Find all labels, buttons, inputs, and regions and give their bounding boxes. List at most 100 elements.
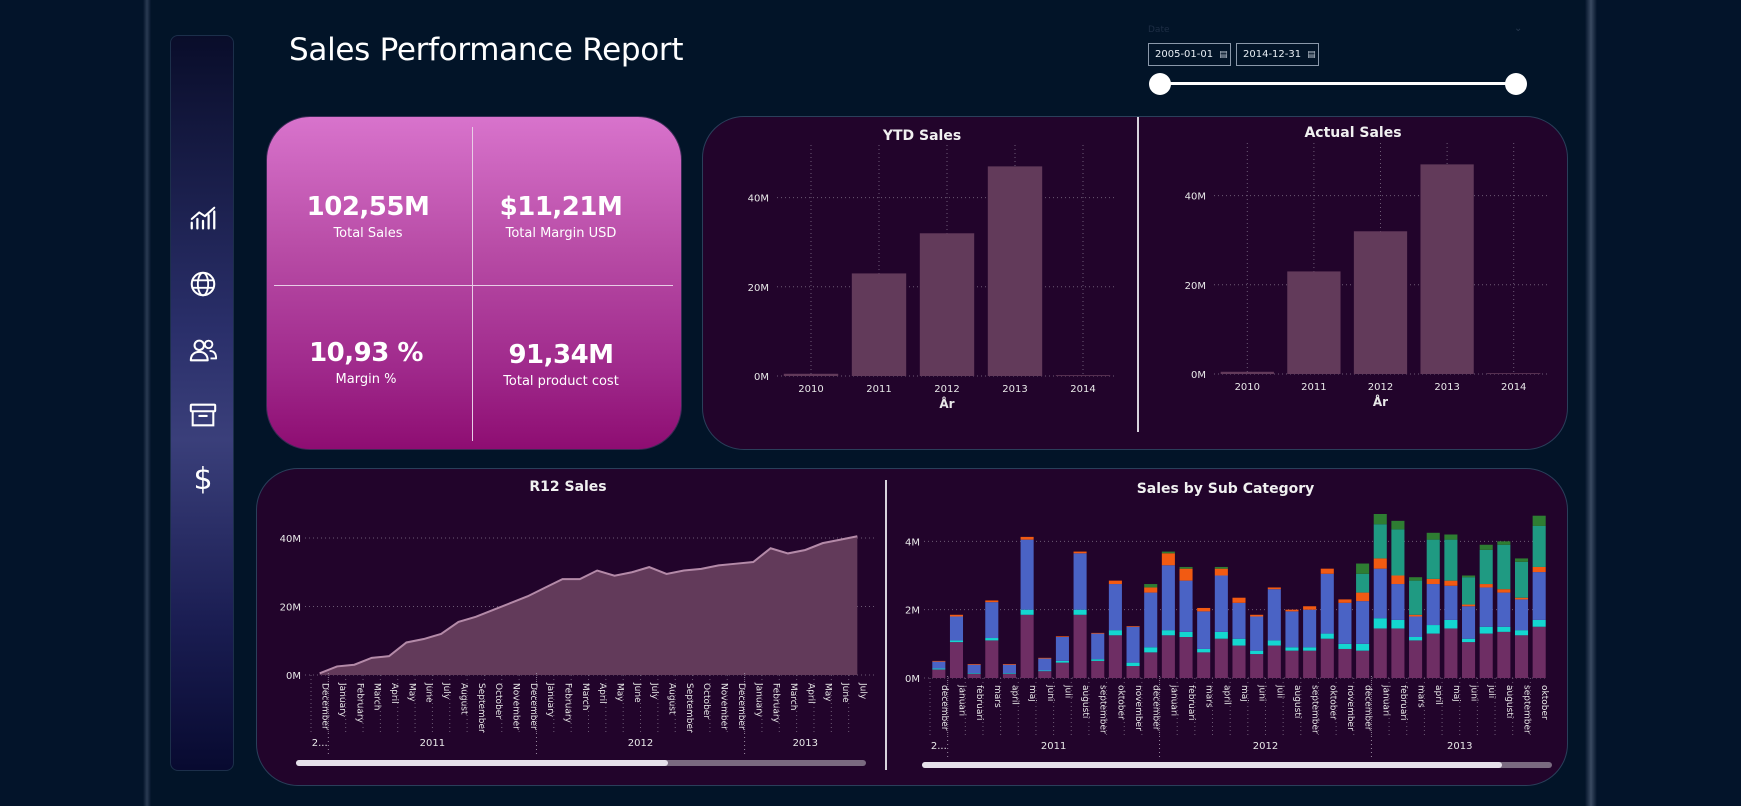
stacked-bar-segment [1002, 673, 1016, 678]
stacked-bar-segment [1020, 609, 1034, 615]
stacked-bar-segment [1055, 660, 1069, 663]
y-tick-label: 40M [1185, 192, 1206, 203]
stacked-bar-segment [1303, 609, 1317, 648]
date-range-start-handle[interactable] [1149, 73, 1171, 95]
year-label: 2012 [1253, 741, 1278, 752]
date-end-input[interactable]: 2014-12-31 ▤ [1236, 43, 1319, 66]
stacked-bar-segment [1320, 638, 1334, 678]
x-tick-label: April [389, 683, 399, 704]
nav-customers[interactable] [183, 330, 223, 370]
date-end-value: 2014-12-31 [1243, 49, 1302, 60]
stacked-bar-segment [1391, 520, 1405, 530]
stacked-bar-segment [1144, 652, 1158, 678]
stacked-bar-segment [1073, 609, 1087, 615]
stacked-bar-segment [1426, 532, 1440, 540]
bar-2011 [851, 273, 907, 376]
stacked-bar-segment [1479, 626, 1493, 634]
nav-finance[interactable]: $ [183, 460, 223, 500]
sidebar-nav: $ [170, 35, 234, 771]
stacked-bar-segment [1144, 647, 1158, 653]
stacked-bar-segment [1426, 539, 1440, 579]
stacked-bar-segment [1002, 663, 1016, 665]
date-start-input[interactable]: 2005-01-01 ▤ [1148, 43, 1231, 66]
bar-2013 [987, 166, 1043, 376]
kpi-divider-horizontal [274, 285, 673, 286]
stacked-bar-segment [1250, 616, 1264, 651]
stacked-bar-segment [1073, 553, 1087, 610]
stacked-bar-segment [1020, 536, 1034, 540]
calendar-icon[interactable]: ▤ [1307, 50, 1316, 60]
date-start-value: 2005-01-01 [1155, 49, 1214, 60]
stacked-bar-segment [1391, 628, 1405, 678]
stacked-bar-segment [1409, 616, 1423, 637]
y-tick-label: 2M [905, 606, 920, 617]
nav-performance[interactable] [183, 199, 223, 239]
line-chart-icon [190, 206, 216, 230]
x-tick-label: mars [1416, 685, 1426, 708]
stacked-bar-segment [1250, 650, 1264, 655]
stacked-bar-segment [1338, 648, 1352, 678]
kpi-value: 10,93 % [309, 338, 423, 368]
stacked-bar-segment [1126, 626, 1140, 627]
stacked-bar-segment [1462, 604, 1476, 607]
stacked-bar-segment [1462, 642, 1476, 678]
stacked-bar-segment [1338, 599, 1352, 603]
stacked-bar-segment [1197, 611, 1211, 649]
stacked-bar-segment [1532, 525, 1546, 567]
x-tick-label: januari [1168, 684, 1178, 716]
x-tick-label: 2014 [1501, 382, 1526, 393]
stacked-bar-segment [1409, 637, 1423, 641]
stacked-bar-segment [1320, 573, 1334, 634]
stacked-bar-segment [1073, 551, 1087, 554]
x-tick-label: 2013 [1434, 382, 1459, 393]
kpi-divider-vertical [472, 127, 473, 441]
stacked-bar-segment [985, 602, 999, 639]
stacked-bar-segment [1179, 566, 1193, 569]
bar-2012 [919, 233, 975, 376]
subcat-scrollbar-thumb[interactable] [922, 762, 1502, 768]
people-icon [189, 339, 218, 362]
x-tick-label: december [939, 685, 949, 731]
x-tick-label: September [476, 683, 486, 733]
stacked-bar-segment [1338, 643, 1352, 649]
stacked-bar-segment [1002, 664, 1016, 674]
kpi-card [266, 116, 682, 450]
stacked-bar-segment [1161, 635, 1175, 678]
calendar-icon[interactable]: ▤ [1219, 50, 1228, 60]
stacked-bar-segment [1108, 630, 1122, 636]
nav-geography[interactable] [183, 264, 223, 304]
stacked-bar-segment [1462, 575, 1476, 578]
chevron-down-icon[interactable]: ⌄ [1514, 23, 1522, 34]
y-tick-label: 0M [1191, 370, 1206, 381]
x-tick-label: 2010 [1235, 382, 1260, 393]
stacked-bar-segment [1197, 648, 1211, 653]
stacked-bar-segment [1250, 654, 1264, 678]
x-tick-label: July [649, 682, 659, 700]
x-tick-label: December [320, 683, 330, 730]
stacked-bar-segment [1214, 568, 1228, 576]
dollar-icon: $ [193, 462, 213, 497]
bar-2011 [1287, 271, 1341, 374]
stacked-bar-segment [1356, 643, 1370, 651]
kpi-value: $11,21M [499, 192, 623, 222]
kpi-label: Margin % [335, 372, 397, 387]
x-tick-label: januari [956, 684, 966, 716]
date-range-end-handle[interactable] [1505, 73, 1527, 95]
subcat-chart-title: Sales by Sub Category [1136, 481, 1315, 497]
kpi-total-sales: 102,55M Total Sales [273, 192, 463, 241]
year-label: 2011 [1041, 741, 1066, 752]
x-tick-label: mars [992, 685, 1002, 708]
stacked-bar-segment [1161, 553, 1175, 566]
x-tick-label: november [1345, 685, 1355, 731]
stacked-bar-segment [1391, 584, 1405, 620]
r12-scrollbar-thumb[interactable] [296, 760, 668, 766]
stacked-bar-segment [1214, 575, 1228, 632]
stacked-bar-segment [1356, 573, 1370, 593]
stacked-bar-segment [1267, 645, 1281, 678]
nav-products[interactable] [183, 395, 223, 435]
stacked-bar-segment [1020, 614, 1034, 678]
year-label: 2011 [420, 738, 445, 749]
kpi-label: Total Margin USD [505, 226, 617, 241]
date-range-slider-track[interactable] [1160, 82, 1516, 85]
stacked-bar-segment [1214, 566, 1228, 569]
